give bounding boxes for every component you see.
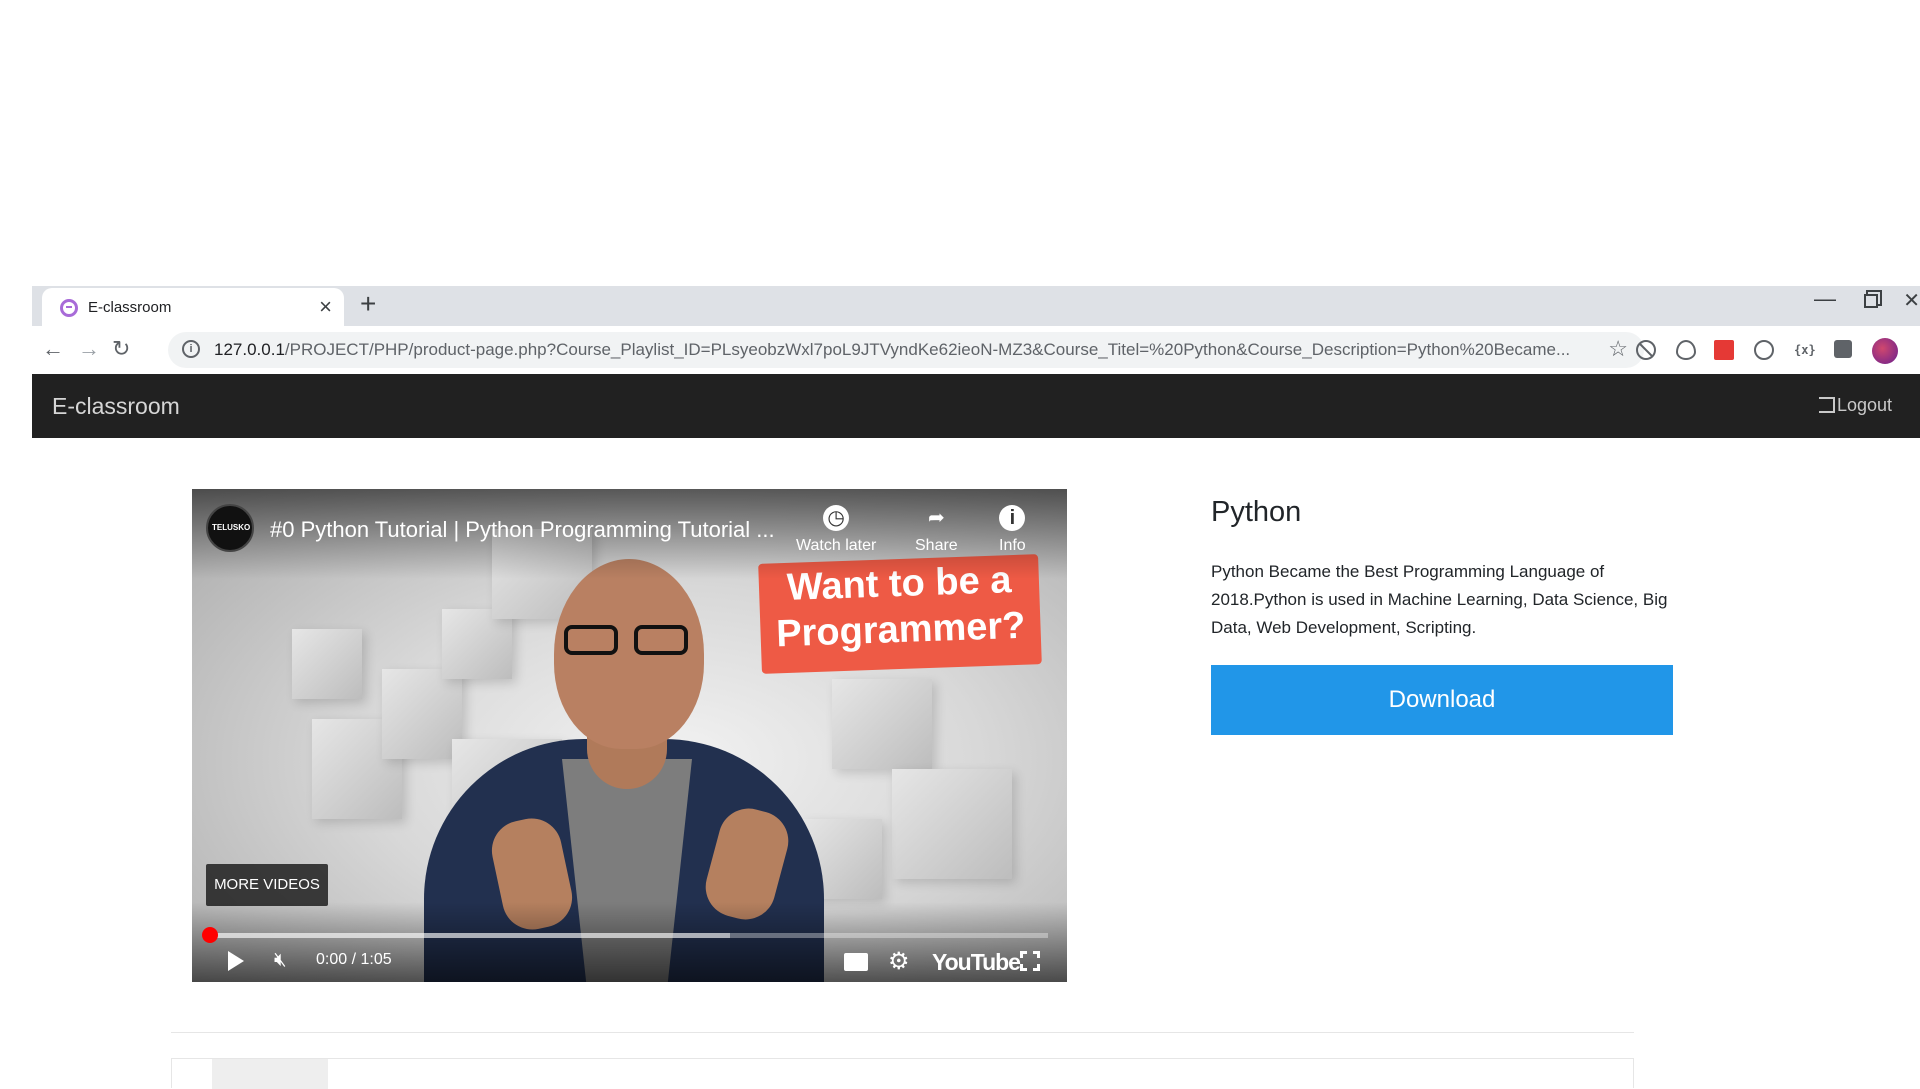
gear-icon[interactable]: ⚙	[888, 947, 910, 976]
browser-tab[interactable]: E-classroom ×	[42, 288, 344, 326]
subtitles-icon[interactable]	[844, 953, 868, 971]
puzzle-icon[interactable]	[1834, 340, 1852, 358]
book-extension-icon[interactable]	[1714, 340, 1734, 360]
content-card	[171, 1058, 1634, 1089]
video-player[interactable]: Want to be a Programmer? TELUSKO #0 Pyth…	[192, 489, 1067, 982]
time-display: 0:00 / 1:05	[316, 951, 392, 968]
tab-title: E-classroom	[88, 299, 172, 316]
url-text[interactable]: 127.0.0.1/PROJECT/PHP/product-page.php?C…	[214, 340, 1594, 360]
progress-bar[interactable]	[212, 933, 1048, 938]
logout-link[interactable]: Logout	[1818, 395, 1892, 416]
watch-later-button[interactable]: ◷ Watch later	[796, 505, 876, 555]
channel-avatar[interactable]: TELUSKO	[206, 504, 254, 552]
youtube-logo[interactable]: YouTube	[932, 949, 1021, 976]
logout-label: Logout	[1836, 395, 1892, 415]
progress-buffered	[212, 933, 731, 938]
watch-later-label: Watch later	[796, 537, 877, 554]
forward-icon[interactable]: →	[78, 336, 100, 362]
window-restore-button[interactable]	[1864, 294, 1878, 308]
background-cube	[382, 669, 462, 759]
info-button[interactable]: i Info	[999, 505, 1026, 555]
site-favicon-icon	[60, 299, 78, 317]
browser-tabstrip: E-classroom × + — ✕	[32, 286, 1920, 326]
video-title[interactable]: #0 Python Tutorial | Python Programming …	[270, 517, 775, 543]
background-cube	[442, 609, 512, 679]
info-circle-icon: i	[999, 505, 1026, 531]
progress-scrubber[interactable]	[202, 927, 218, 943]
window-minimize-button[interactable]: —	[1814, 286, 1836, 312]
download-button[interactable]: Download	[1211, 665, 1673, 735]
muted-volume-icon[interactable]: 🔇︎	[274, 949, 287, 972]
card-tab[interactable]	[212, 1059, 328, 1089]
background-cube	[892, 769, 1012, 879]
course-description: Python Became the Best Programming Langu…	[1211, 562, 1668, 637]
share-button[interactable]: ➦ Share	[915, 505, 958, 555]
info-icon[interactable]: i	[182, 340, 200, 358]
new-tab-button[interactable]: +	[360, 288, 376, 320]
reload-icon[interactable]: ↻	[112, 336, 130, 362]
browser-toolbar: ← → ↻ i 127.0.0.1/PROJECT/PHP/product-pa…	[32, 326, 1920, 374]
clock-icon: ◷	[823, 505, 850, 531]
circle-extension-icon[interactable]	[1754, 340, 1774, 360]
course-title: Python	[1211, 496, 1302, 528]
background-cube	[292, 629, 362, 699]
url-host: 127.0.0.1	[214, 340, 285, 359]
share-label: Share	[915, 537, 958, 554]
brand-link[interactable]: E-classroom	[52, 393, 180, 420]
star-icon[interactable]: ☆	[1608, 336, 1628, 362]
presenter-glasses	[564, 625, 694, 655]
play-icon[interactable]	[228, 951, 244, 971]
share-icon: ➦	[927, 507, 945, 529]
logout-icon	[1818, 397, 1835, 413]
back-icon[interactable]: ←	[42, 336, 64, 362]
url-path: /PROJECT/PHP/product-page.php?Course_Pla…	[284, 340, 1571, 359]
address-bar[interactable]: i 127.0.0.1/PROJECT/PHP/product-page.php…	[168, 332, 1644, 368]
info-label: Info	[999, 537, 1026, 554]
overlay-text-line2: Programmer?	[775, 604, 1027, 656]
channel-name: TELUSKO	[212, 523, 251, 532]
more-videos-button[interactable]: MORE VIDEOS	[206, 864, 328, 906]
tab-close-icon[interactable]: ×	[319, 294, 332, 320]
app-navbar: E-classroom Logout	[32, 374, 1920, 438]
divider	[171, 1032, 1634, 1033]
window-close-button[interactable]: ✕	[1903, 288, 1920, 313]
code-extension-icon[interactable]: {x}	[1794, 343, 1816, 363]
block-extension-icon[interactable]	[1636, 340, 1656, 360]
profile-avatar[interactable]	[1872, 338, 1898, 364]
background-cube	[832, 679, 932, 769]
eye-extension-icon[interactable]	[1676, 340, 1696, 360]
